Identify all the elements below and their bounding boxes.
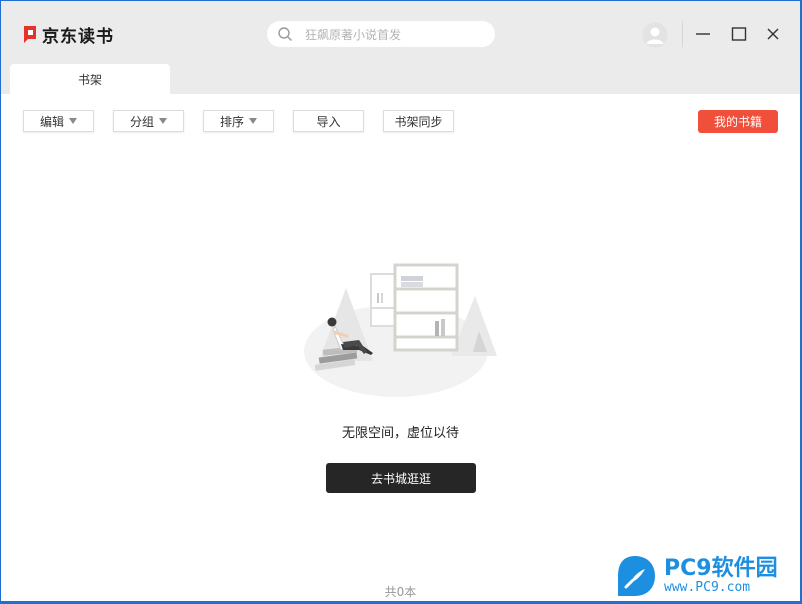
go-to-bookstore-button[interactable]: 去书城逛逛 [326,463,476,493]
app-logo: 京东读书 [22,23,114,47]
import-button[interactable]: 导入 [293,110,364,132]
watermark: PC9软件园 www.PC9.com [612,551,798,601]
edit-dropdown[interactable]: 编辑 [23,110,94,132]
title-bar: 京东读书 狂飙原著小说首发 书架 [1,1,800,95]
maximize-icon[interactable] [728,23,750,45]
tab-bookshelf[interactable]: 书架 [10,64,170,95]
empty-bookshelf-illustration [304,263,497,397]
jd-read-logo-icon [24,25,36,43]
empty-state-message: 无限空间，虚位以待 [341,426,459,441]
app-window: 京东读书 狂飙原著小说首发 书架 编辑 分组 排序 导入 书架同步 我的书籍 无… [1,1,800,601]
search-box[interactable]: 狂飙原著小说首发 [267,21,495,47]
watermark-title: PC9软件园 [664,556,778,581]
minimize-icon[interactable] [692,23,714,45]
close-icon[interactable] [762,23,784,45]
my-books-button[interactable]: 我的书籍 [698,110,778,133]
group-dropdown[interactable]: 分组 [113,110,184,132]
search-icon [278,27,292,41]
pc9-logo-icon [618,556,655,596]
search-input[interactable]: 狂飙原著小说首发 [305,26,401,43]
sort-dropdown[interactable]: 排序 [203,110,274,132]
avatar-icon[interactable] [642,22,668,48]
titlebar-divider [682,21,683,47]
edit-label: 编辑 [39,114,64,129]
group-label: 分组 [129,114,154,129]
chevron-down-icon [69,118,77,124]
sort-label: 排序 [219,114,244,129]
app-title: 京东读书 [42,26,114,47]
sync-bookshelf-button[interactable]: 书架同步 [383,110,454,132]
chevron-down-icon [159,118,167,124]
watermark-url: www.PC9.com [664,580,751,595]
chevron-down-icon [249,118,257,124]
